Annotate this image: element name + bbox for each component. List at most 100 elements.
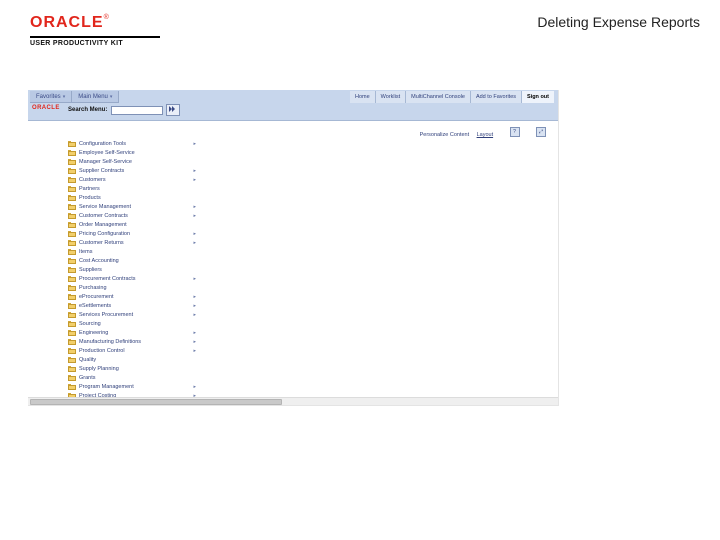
- menu-item-label: Purchasing: [79, 285, 107, 291]
- personalize-help-button[interactable]: ?: [510, 127, 520, 137]
- expand-icon: ▸: [193, 330, 196, 336]
- app-top-bar: Favorites▾Main Menu▾ HomeWorklistMultiCh…: [28, 90, 558, 121]
- expand-icon: ▸: [193, 276, 196, 282]
- expand-icon: ▸: [193, 312, 196, 318]
- personalize-row: Personalize Content Layout ? ⤢: [28, 123, 558, 135]
- menu-item[interactable]: Customers ▸: [68, 175, 198, 184]
- folder-icon: [68, 357, 76, 363]
- folder-icon: [68, 141, 76, 147]
- menu-item-label: Products: [79, 195, 101, 201]
- menu-item[interactable]: Manufacturing Definitions ▸: [68, 337, 198, 346]
- folder-icon: [68, 204, 76, 210]
- folder-icon: [68, 177, 76, 183]
- menu-item[interactable]: Configuration Tools▸: [68, 139, 198, 148]
- app-frame: Favorites▾Main Menu▾ HomeWorklistMultiCh…: [28, 90, 559, 406]
- folder-icon: [68, 168, 76, 174]
- menu-item-label: Pricing Configuration: [79, 231, 130, 237]
- global-link-mcc[interactable]: MultiChannel Console: [405, 91, 470, 103]
- logo-rule: [30, 36, 160, 38]
- menu-item[interactable]: Customer Returns▸: [68, 238, 198, 247]
- expand-icon: ▸: [193, 231, 196, 237]
- menu-item-label: Program Management: [79, 384, 134, 390]
- menu-item[interactable]: Service Management▸: [68, 202, 198, 211]
- menu-item[interactable]: Customer Contracts▸: [68, 211, 198, 220]
- folder-icon: [68, 366, 76, 372]
- horizontal-scrollbar[interactable]: [28, 397, 558, 405]
- folder-icon: [68, 231, 76, 237]
- expand-icon: ▸: [193, 384, 196, 390]
- page-title: Deleting Expense Reports: [537, 14, 700, 30]
- folder-icon: [68, 249, 76, 255]
- personalize-http-button[interactable]: ⤢: [536, 127, 546, 137]
- expand-icon: ▸: [193, 177, 196, 183]
- menu-item[interactable]: Purchasing: [68, 283, 198, 292]
- personalize-layout-link[interactable]: Layout: [477, 132, 494, 138]
- chevron-down-icon: ▾: [63, 94, 66, 100]
- scrollbar-thumb[interactable]: [30, 399, 282, 405]
- menu-item-label: Manufacturing Definitions: [79, 339, 141, 345]
- menu-item-label: Order Management: [79, 222, 127, 228]
- folder-icon: [68, 303, 76, 309]
- menu-item[interactable]: eSettlements ▸: [68, 301, 198, 310]
- menu-item-label: Customer Contracts: [79, 213, 128, 219]
- menu-item-label: Sourcing: [79, 321, 101, 327]
- menu-item[interactable]: Supply Planning: [68, 364, 198, 373]
- folder-icon: [68, 258, 76, 264]
- folder-icon: [68, 222, 76, 228]
- menu-item[interactable]: Employee Self-Service: [68, 148, 198, 157]
- menu-item[interactable]: Engineering ▸: [68, 328, 198, 337]
- folder-icon: [68, 330, 76, 336]
- menu-item[interactable]: Services Procurement▸: [68, 310, 198, 319]
- menu-item-label: Procurement Contracts: [79, 276, 136, 282]
- menu-item-label: Supply Planning: [79, 366, 119, 372]
- global-link-home[interactable]: Home: [350, 91, 375, 103]
- expand-icon: ▸: [193, 204, 196, 210]
- search-go-button[interactable]: [166, 104, 180, 116]
- menu-item[interactable]: Items: [68, 247, 198, 256]
- menu-item-label: Items: [79, 249, 92, 255]
- menu-item[interactable]: Sourcing: [68, 319, 198, 328]
- global-link-signout[interactable]: Sign out: [521, 91, 554, 103]
- logo-trademark: ®: [104, 14, 109, 21]
- folder-icon: [68, 276, 76, 282]
- search-label: Search Menu:: [68, 107, 107, 113]
- folder-icon: [68, 213, 76, 219]
- menu-item[interactable]: Supplier Contracts▸: [68, 166, 198, 175]
- search-input[interactable]: [111, 106, 163, 115]
- search-row: Search Menu:: [68, 104, 180, 116]
- menu-item-label: Suppliers: [79, 267, 102, 273]
- menu-item[interactable]: Suppliers: [68, 265, 198, 274]
- nav-tab-main-menu[interactable]: Main Menu▾: [72, 91, 119, 103]
- folder-icon: [68, 285, 76, 291]
- menu-item[interactable]: Program Management ▸: [68, 382, 198, 391]
- menu-item[interactable]: Quality: [68, 355, 198, 364]
- global-link-fav[interactable]: Add to Favorites: [470, 91, 521, 103]
- menu-item[interactable]: Partners: [68, 184, 198, 193]
- expand-icon: ▸: [193, 303, 196, 309]
- menu-item[interactable]: Production Control▸: [68, 346, 198, 355]
- menu-item-label: eProcurement: [79, 294, 114, 300]
- menu-item-label: Supplier Contracts: [79, 168, 124, 174]
- global-link-worklist[interactable]: Worklist: [375, 91, 405, 103]
- menu-item-label: eSettlements: [79, 303, 111, 309]
- menu-item[interactable]: eProcurement▸: [68, 292, 198, 301]
- menu-item[interactable]: Pricing Configuration ▸: [68, 229, 198, 238]
- menu-item[interactable]: Cost Accounting: [68, 256, 198, 265]
- menu-item[interactable]: Order Management: [68, 220, 198, 229]
- folder-icon: [68, 312, 76, 318]
- nav-tab-favorites[interactable]: Favorites▾: [30, 91, 72, 103]
- folder-icon: [68, 294, 76, 300]
- app-oracle-brand: ORACLE: [32, 105, 60, 111]
- menu-item-label: Engineering: [79, 330, 108, 336]
- menu-item[interactable]: Manager Self-Service: [68, 157, 198, 166]
- page-header: ORACLE® USER PRODUCTIVITY KIT Deleting E…: [30, 14, 710, 58]
- expand-icon: ▸: [193, 339, 196, 345]
- menu-item-label: Customers: [79, 177, 106, 183]
- folder-icon: [68, 321, 76, 327]
- menu-item[interactable]: Procurement Contracts ▸: [68, 274, 198, 283]
- menu-item-label: Configuration Tools: [79, 141, 126, 147]
- menu-item[interactable]: Products: [68, 193, 198, 202]
- menu-item[interactable]: Grants: [68, 373, 198, 382]
- nav-tabstrip: Favorites▾Main Menu▾: [30, 91, 119, 103]
- menu-item-label: Partners: [79, 186, 100, 192]
